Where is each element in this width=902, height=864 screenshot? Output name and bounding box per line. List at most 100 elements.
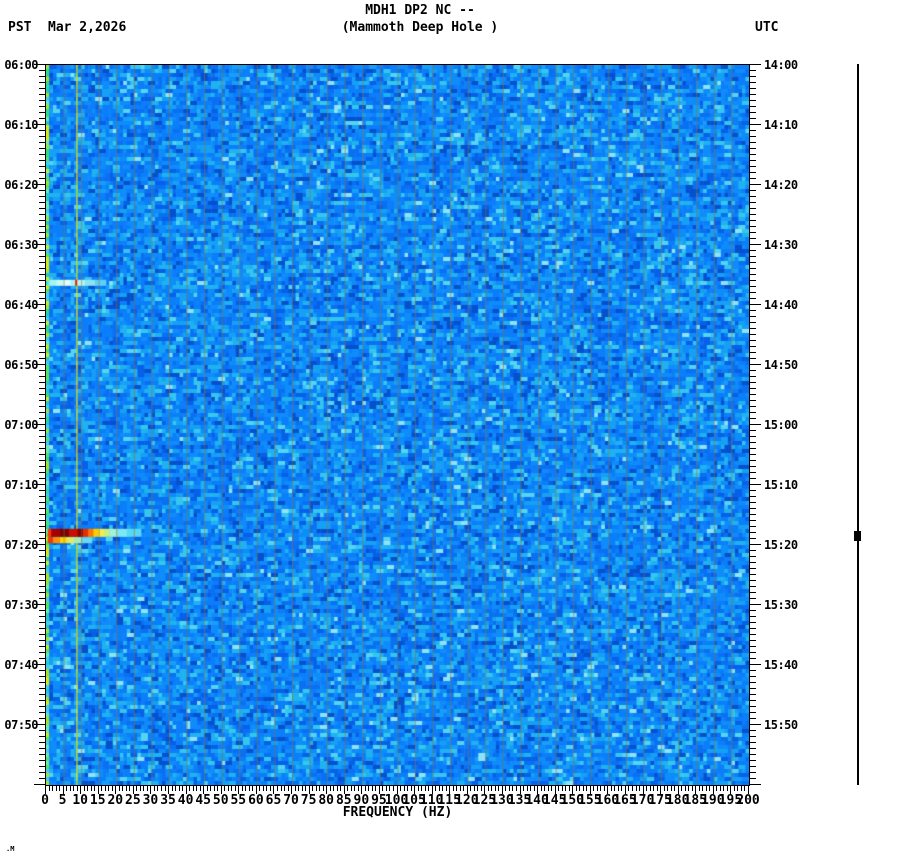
freq-minor-tick <box>456 786 458 791</box>
time-minor-tick-right <box>750 670 756 671</box>
freq-minor-tick <box>129 786 131 791</box>
freq-minor-tick <box>438 786 440 791</box>
time-minor-tick-left <box>39 700 45 701</box>
time-label-utc: 14:00 <box>764 58 798 72</box>
freq-minor-tick <box>705 786 707 791</box>
freq-minor-tick <box>603 786 605 791</box>
time-minor-tick-left <box>39 490 45 491</box>
freq-minor-tick <box>143 786 145 791</box>
time-minor-tick-right <box>750 178 756 179</box>
time-minor-tick-right <box>750 490 756 491</box>
time-minor-tick-left <box>39 292 45 293</box>
freq-minor-tick <box>617 786 619 791</box>
freq-minor-tick <box>709 786 711 791</box>
time-minor-tick-right <box>750 406 756 407</box>
time-minor-tick-left <box>39 286 45 287</box>
time-minor-tick-left <box>39 94 45 95</box>
freq-minor-tick <box>558 786 560 791</box>
time-minor-tick-left <box>39 340 45 341</box>
freq-minor-tick <box>470 786 472 791</box>
time-minor-tick-right <box>750 130 756 131</box>
time-minor-tick-left <box>39 196 45 197</box>
time-minor-tick-left <box>39 550 45 551</box>
time-minor-tick-right <box>750 448 756 449</box>
time-minor-tick-right <box>750 388 756 389</box>
freq-minor-tick <box>632 786 633 791</box>
time-minor-tick-left <box>39 88 45 89</box>
time-minor-tick-right <box>750 208 756 209</box>
time-minor-tick-left <box>39 460 45 461</box>
time-minor-tick-left <box>39 250 45 251</box>
freq-minor-tick <box>702 786 704 791</box>
freq-minor-tick <box>512 786 514 791</box>
time-minor-tick-left <box>39 280 45 281</box>
time-minor-tick-left <box>39 346 45 347</box>
time-minor-tick-right <box>750 580 756 581</box>
time-minor-tick-left <box>39 586 45 587</box>
freq-minor-tick <box>66 786 68 791</box>
freq-minor-tick <box>87 786 89 791</box>
freq-minor-tick <box>582 786 584 791</box>
time-minor-tick-left <box>39 580 45 581</box>
freq-minor-tick <box>160 786 162 791</box>
freq-minor-tick <box>104 786 106 791</box>
time-minor-tick-right <box>750 172 756 173</box>
time-minor-tick-right <box>750 262 756 263</box>
time-minor-tick-right <box>750 370 756 371</box>
time-minor-tick-left <box>39 394 45 395</box>
time-minor-tick-right <box>750 310 756 311</box>
freq-minor-tick <box>726 786 728 791</box>
time-minor-tick-left <box>39 328 45 329</box>
time-major-tick-right <box>750 124 761 125</box>
time-minor-tick-right <box>750 328 756 329</box>
freq-minor-tick <box>428 786 430 791</box>
freq-minor-tick <box>118 786 120 791</box>
time-minor-tick-right <box>750 442 756 443</box>
freq-minor-tick <box>628 786 630 791</box>
time-minor-tick-right <box>750 382 756 383</box>
time-minor-tick-right <box>750 412 756 413</box>
time-minor-tick-left <box>39 298 45 299</box>
freq-minor-tick <box>136 786 138 791</box>
freq-minor-tick <box>340 786 342 791</box>
time-minor-tick-right <box>750 526 756 527</box>
freq-minor-tick <box>593 786 595 791</box>
freq-minor-tick <box>368 786 370 791</box>
time-minor-tick-right <box>750 658 756 659</box>
time-label-pst: 06:00 <box>4 58 38 72</box>
freq-minor-tick <box>547 786 549 791</box>
freq-minor-tick <box>656 786 658 791</box>
freq-minor-tick <box>284 786 286 791</box>
time-minor-tick-left <box>39 220 45 221</box>
freq-minor-tick <box>262 786 264 791</box>
time-minor-tick-left <box>39 556 45 557</box>
time-minor-tick-right <box>750 556 756 557</box>
time-minor-tick-left <box>39 406 45 407</box>
time-minor-tick-right <box>750 268 756 269</box>
freq-minor-tick <box>698 786 700 791</box>
freq-minor-tick <box>494 786 496 791</box>
time-minor-tick-left <box>39 706 45 707</box>
time-minor-tick-left <box>39 730 45 731</box>
freq-minor-tick <box>540 786 542 791</box>
time-minor-tick-right <box>750 400 756 401</box>
time-minor-tick-right <box>750 592 756 593</box>
freq-minor-tick <box>614 786 616 791</box>
time-minor-tick-left <box>39 232 45 233</box>
time-minor-tick-left <box>39 538 45 539</box>
time-label-utc: 14:40 <box>764 298 798 312</box>
time-label-utc: 14:10 <box>764 118 798 132</box>
time-minor-tick-left <box>39 598 45 599</box>
time-minor-tick-left <box>39 214 45 215</box>
freq-minor-tick <box>733 786 735 791</box>
freq-minor-tick <box>259 786 261 791</box>
freq-minor-tick <box>639 786 641 791</box>
time-minor-tick-left <box>39 778 45 779</box>
time-minor-tick-right <box>750 394 756 395</box>
time-label-utc: 15:50 <box>764 718 798 732</box>
freq-minor-tick <box>452 786 454 791</box>
time-minor-tick-right <box>750 706 756 707</box>
freq-minor-tick <box>199 786 201 791</box>
time-minor-tick-right <box>750 538 756 539</box>
time-minor-tick-right <box>750 334 756 335</box>
